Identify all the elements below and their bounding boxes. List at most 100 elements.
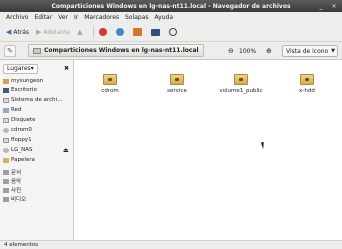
zoom-level[interactable]: 100% bbox=[239, 45, 256, 57]
sidebar-item-label: cdrom0 bbox=[11, 127, 32, 133]
sidebar-header: Lugares ▾ ✖ bbox=[3, 63, 71, 74]
menu-editar[interactable]: Editar bbox=[34, 14, 52, 21]
zoom-out-button[interactable]: ⊖ bbox=[228, 45, 234, 57]
sidebar-item-floppy1[interactable]: floppy1 bbox=[3, 136, 73, 144]
sidebar-places-select[interactable]: Lugares ▾ bbox=[3, 63, 38, 74]
sidebar-item-pictures[interactable]: 사진 bbox=[3, 186, 73, 194]
floppy-icon bbox=[3, 137, 9, 143]
close-window-button[interactable]: ✕ bbox=[328, 1, 340, 11]
filesystem-icon bbox=[3, 97, 9, 103]
window-titlebar[interactable]: Comparticiones Windows en lg-nas-nt11.lo… bbox=[0, 0, 342, 12]
bookmark-icon bbox=[3, 169, 9, 175]
chevron-down-icon: ▼ bbox=[331, 48, 335, 54]
computer-icon bbox=[150, 28, 160, 36]
reload-icon bbox=[115, 28, 124, 36]
sidebar-item-label: 음악 bbox=[11, 179, 22, 185]
stop-icon bbox=[98, 28, 107, 36]
menu-archivo[interactable]: Archivo bbox=[6, 14, 28, 21]
file-item-service[interactable]: service bbox=[147, 72, 207, 104]
forward-button[interactable]: ▶ Adelante bbox=[34, 26, 72, 39]
shared-folder-icon bbox=[300, 74, 314, 85]
file-item-cdrom[interactable]: cdrom bbox=[80, 72, 140, 104]
menu-ir[interactable]: Ir bbox=[74, 14, 78, 21]
file-view[interactable]: cdrom service volume1_public x-hdd bbox=[75, 60, 342, 240]
sidebar: Lugares ▾ ✖ mysungeon Escritorio Sistema… bbox=[0, 60, 74, 240]
sidebar-item-label: Papelera bbox=[11, 157, 35, 163]
sidebar-item-label: floppy1 bbox=[11, 137, 32, 143]
sidebar-item-label: Red bbox=[11, 107, 22, 113]
toolbar-separator bbox=[92, 26, 94, 38]
network-drive-icon bbox=[3, 147, 9, 153]
location-edit-toggle[interactable]: ✎ bbox=[4, 44, 16, 57]
status-text: 4 elementos bbox=[4, 242, 39, 248]
home-button[interactable] bbox=[131, 26, 146, 39]
bookmark-icon bbox=[3, 196, 9, 202]
bookmark-icon bbox=[3, 187, 9, 193]
reload-button[interactable] bbox=[114, 26, 128, 39]
status-bar: 4 elementos bbox=[0, 240, 342, 249]
floppy-icon bbox=[3, 117, 9, 123]
network-icon bbox=[3, 107, 9, 113]
up-arrow-icon: ▲ bbox=[77, 28, 83, 36]
back-arrow-icon: ◀ bbox=[6, 28, 12, 36]
sidebar-item-desktop[interactable]: Escritorio bbox=[3, 86, 73, 94]
sidebar-item-label: Disquete bbox=[11, 117, 36, 123]
back-label: Atrás bbox=[13, 28, 30, 36]
view-mode-select[interactable]: Vista de icono ▼ bbox=[282, 45, 338, 57]
menu-bar: Archivo Editar Ver Ir Marcadores Solapas… bbox=[0, 12, 342, 23]
sidebar-item-cdrom0[interactable]: cdrom0 bbox=[3, 126, 73, 134]
menu-ayuda[interactable]: Ayuda bbox=[154, 14, 173, 21]
network-share-icon bbox=[33, 47, 41, 54]
sidebar-item-documents[interactable]: 문서 bbox=[3, 168, 73, 176]
desktop-icon bbox=[3, 87, 9, 93]
view-mode-label: Vista de icono bbox=[286, 47, 329, 55]
menu-marcadores[interactable]: Marcadores bbox=[84, 14, 119, 21]
pencil-icon: ✎ bbox=[7, 46, 13, 55]
sidebar-item-trash[interactable]: Papelera bbox=[3, 156, 73, 164]
menu-solapas[interactable]: Solapas bbox=[125, 14, 148, 21]
menu-ver[interactable]: Ver bbox=[58, 14, 68, 21]
window-title: Comparticiones Windows en lg-nas-nt11.lo… bbox=[51, 2, 291, 10]
sidebar-item-videos[interactable]: 비디오 bbox=[3, 195, 73, 203]
sidebar-item-network[interactable]: Red bbox=[3, 106, 73, 114]
forward-label: Adelante bbox=[43, 28, 71, 36]
chevron-down-icon: ▾ bbox=[30, 65, 34, 72]
file-item-volume1-public[interactable]: volume1_public bbox=[211, 72, 271, 104]
computer-button[interactable] bbox=[149, 26, 164, 39]
back-button[interactable]: ◀ Atrás bbox=[4, 26, 31, 39]
sidebar-item-label: 사진 bbox=[11, 188, 22, 194]
forward-arrow-icon: ▶ bbox=[36, 28, 42, 36]
home-icon bbox=[132, 28, 142, 36]
sidebar-item-label: 비디오 bbox=[11, 197, 27, 203]
eject-icon[interactable]: ⏏ bbox=[63, 147, 69, 154]
sidebar-item-lg-nas[interactable]: LG_NAS ⏏ bbox=[3, 146, 73, 154]
sidebar-item-floppy[interactable]: Disquete bbox=[3, 116, 73, 124]
sidebar-item-home[interactable]: mysungeon bbox=[3, 77, 73, 85]
up-button[interactable]: ▲ bbox=[75, 26, 86, 39]
toolbar: ◀ Atrás ▶ Adelante ▲ bbox=[0, 23, 342, 42]
home-folder-icon bbox=[3, 78, 9, 84]
sidebar-close-button[interactable]: ✖ bbox=[64, 65, 69, 72]
trash-icon bbox=[3, 157, 9, 163]
sidebar-item-label: LG_NAS bbox=[11, 147, 33, 153]
file-name: volume1_public bbox=[219, 88, 263, 94]
cdrom-icon bbox=[3, 127, 9, 133]
search-icon bbox=[168, 28, 177, 36]
search-button[interactable] bbox=[167, 26, 181, 39]
path-label: Comparticiones Windows en lg-nas-nt11.lo… bbox=[44, 47, 199, 54]
minimize-button[interactable]: _ bbox=[316, 1, 326, 11]
sidebar-item-label: Escritorio bbox=[11, 87, 37, 93]
path-button-current[interactable]: Comparticiones Windows en lg-nas-nt11.lo… bbox=[28, 44, 204, 57]
file-item-x-hdd[interactable]: x-hdd bbox=[277, 72, 337, 104]
sidebar-places-label: Lugares bbox=[7, 65, 31, 72]
file-name: service bbox=[167, 88, 187, 94]
bookmark-icon bbox=[3, 178, 9, 184]
sidebar-item-filesystem[interactable]: Sistema de archi... bbox=[3, 96, 73, 104]
zoom-in-button[interactable]: ⊕ bbox=[266, 45, 272, 57]
file-name: cdrom bbox=[101, 88, 119, 94]
sidebar-item-label: Sistema de archi... bbox=[11, 97, 63, 103]
stop-button[interactable] bbox=[97, 26, 111, 39]
sidebar-item-music[interactable]: 음악 bbox=[3, 177, 73, 185]
shared-folder-icon bbox=[103, 74, 117, 85]
shared-folder-icon bbox=[170, 74, 184, 85]
